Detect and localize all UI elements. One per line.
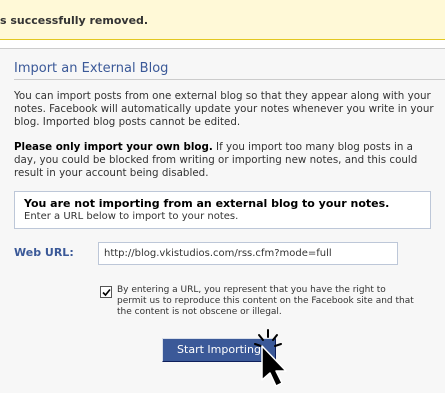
agree-text: By entering a URL, you represent that yo… [117,285,414,317]
import-status-box: You are not importing from an external b… [14,191,431,229]
success-notice: s successfully removed. [0,0,445,40]
arrow-cursor-icon [254,329,287,387]
status-subtitle: Enter a URL below to import to your note… [24,211,239,222]
section-title: Import an External Blog [14,61,169,76]
status-title: You are not importing from an external b… [24,197,390,210]
title-divider [14,79,445,80]
checkmark-icon [102,288,111,297]
web-url-label: Web URL: [14,246,74,259]
agree-checkbox[interactable] [100,286,112,298]
warning-bold-text: Please only import your own blog. [14,141,213,153]
warning-text: Please only import your own blog. If you… [14,141,434,180]
intro-text: You can import posts from one external b… [14,90,434,128]
web-url-input[interactable] [98,242,398,265]
notice-text: s successfully removed. [0,14,149,27]
